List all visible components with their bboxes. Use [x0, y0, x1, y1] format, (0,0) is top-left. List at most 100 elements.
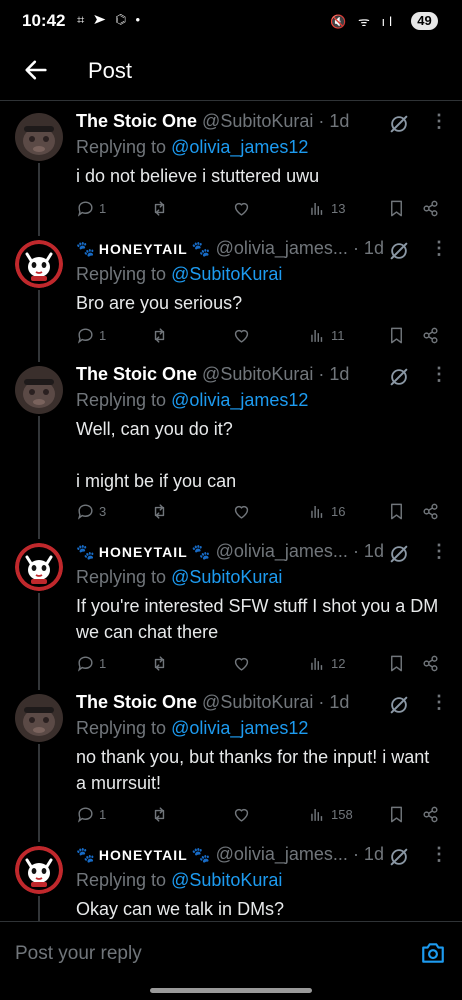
share-button[interactable]: [421, 654, 444, 673]
like-icon[interactable]: [232, 654, 251, 673]
handle[interactable]: @olivia_james...: [216, 844, 348, 864]
mention-link[interactable]: @olivia_james12: [171, 137, 308, 157]
like-icon[interactable]: [232, 199, 251, 218]
handle[interactable]: @olivia_james...: [216, 238, 348, 258]
reply-icon[interactable]: [76, 805, 95, 824]
home-indicator[interactable]: [150, 988, 312, 993]
bookmark-icon[interactable]: [387, 805, 406, 824]
bookmark-button[interactable]: [387, 654, 410, 673]
display-name[interactable]: HONEYTAIL: [99, 241, 188, 257]
like-button[interactable]: [232, 326, 255, 345]
display-name[interactable]: HONEYTAIL: [99, 544, 188, 560]
bookmark-icon[interactable]: [387, 326, 406, 345]
like-button[interactable]: [232, 199, 255, 218]
grok-icon[interactable]: [388, 240, 410, 262]
like-button[interactable]: [232, 654, 255, 673]
views-button[interactable]: 12: [308, 654, 345, 673]
mention-link[interactable]: @SubitoKurai: [171, 870, 282, 890]
share-icon[interactable]: [421, 326, 440, 345]
repost-icon[interactable]: [150, 654, 169, 673]
reply-button[interactable]: 1: [76, 805, 106, 824]
views-button[interactable]: 11: [308, 326, 345, 345]
grok-icon[interactable]: [388, 113, 410, 135]
views-icon[interactable]: [308, 502, 327, 521]
repost-icon[interactable]: [150, 502, 169, 521]
camera-icon[interactable]: [420, 940, 446, 966]
grok-icon[interactable]: [388, 366, 410, 388]
bookmark-button[interactable]: [387, 805, 410, 824]
repost-icon[interactable]: [150, 326, 169, 345]
repost-button[interactable]: [150, 502, 173, 521]
reply-button[interactable]: 1: [76, 654, 106, 673]
like-icon[interactable]: [232, 805, 251, 824]
repost-button[interactable]: [150, 654, 173, 673]
more-options-icon[interactable]: ⋮: [430, 844, 448, 865]
back-arrow-icon[interactable]: [22, 56, 50, 84]
views-icon[interactable]: [308, 654, 327, 673]
display-name[interactable]: The Stoic One: [76, 111, 197, 131]
views-icon[interactable]: [308, 805, 327, 824]
more-options-icon[interactable]: ⋮: [430, 692, 448, 713]
grok-icon[interactable]: [388, 694, 410, 716]
bookmark-icon[interactable]: [387, 502, 406, 521]
share-icon[interactable]: [421, 805, 440, 824]
bookmark-icon[interactable]: [387, 199, 406, 218]
share-icon[interactable]: [421, 502, 440, 521]
grok-icon[interactable]: [388, 846, 410, 868]
mention-link[interactable]: @olivia_james12: [171, 390, 308, 410]
repost-button[interactable]: [150, 326, 173, 345]
bookmark-icon[interactable]: [387, 654, 406, 673]
display-name[interactable]: HONEYTAIL: [99, 847, 188, 863]
more-options-icon[interactable]: ⋮: [430, 364, 448, 385]
repost-icon[interactable]: [150, 805, 169, 824]
more-options-icon[interactable]: ⋮: [430, 238, 448, 259]
bookmark-button[interactable]: [387, 199, 410, 218]
reply-button[interactable]: 1: [76, 326, 106, 345]
share-button[interactable]: [421, 199, 444, 218]
more-options-icon[interactable]: ⋮: [430, 111, 448, 132]
like-icon[interactable]: [232, 326, 251, 345]
bookmark-button[interactable]: [387, 502, 410, 521]
share-button[interactable]: [421, 326, 444, 345]
reply-composer[interactable]: Post your reply: [0, 921, 462, 986]
share-icon[interactable]: [421, 654, 440, 673]
avatar[interactable]: [15, 240, 63, 288]
reply-button[interactable]: 1: [76, 199, 106, 218]
avatar[interactable]: [15, 846, 63, 894]
avatar[interactable]: [15, 113, 63, 161]
reply-input[interactable]: Post your reply: [15, 943, 142, 965]
share-icon[interactable]: [421, 199, 440, 218]
mention-link[interactable]: @olivia_james12: [171, 718, 308, 738]
bookmark-button[interactable]: [387, 326, 410, 345]
handle[interactable]: @SubitoKurai: [202, 364, 313, 384]
handle[interactable]: @SubitoKurai: [202, 111, 313, 131]
avatar[interactable]: [15, 543, 63, 591]
mention-link[interactable]: @SubitoKurai: [171, 264, 282, 284]
grok-icon[interactable]: [388, 543, 410, 565]
handle[interactable]: @SubitoKurai: [202, 692, 313, 712]
reply-icon[interactable]: [76, 199, 95, 218]
views-button[interactable]: 13: [308, 199, 345, 218]
views-icon[interactable]: [308, 199, 327, 218]
like-button[interactable]: [232, 805, 255, 824]
repost-icon[interactable]: [150, 199, 169, 218]
like-button[interactable]: [232, 502, 255, 521]
repost-button[interactable]: [150, 805, 173, 824]
share-button[interactable]: [421, 502, 444, 521]
mention-link[interactable]: @SubitoKurai: [171, 567, 282, 587]
views-icon[interactable]: [308, 326, 327, 345]
avatar[interactable]: [15, 366, 63, 414]
repost-button[interactable]: [150, 199, 173, 218]
views-button[interactable]: 158: [308, 805, 353, 824]
display-name[interactable]: The Stoic One: [76, 364, 197, 384]
reply-icon[interactable]: [76, 326, 95, 345]
like-icon[interactable]: [232, 502, 251, 521]
more-options-icon[interactable]: ⋮: [430, 541, 448, 562]
reply-button[interactable]: 3: [76, 502, 106, 521]
handle[interactable]: @olivia_james...: [216, 541, 348, 561]
share-button[interactable]: [421, 805, 444, 824]
reply-icon[interactable]: [76, 654, 95, 673]
views-button[interactable]: 16: [308, 502, 345, 521]
reply-icon[interactable]: [76, 502, 95, 521]
avatar[interactable]: [15, 694, 63, 742]
